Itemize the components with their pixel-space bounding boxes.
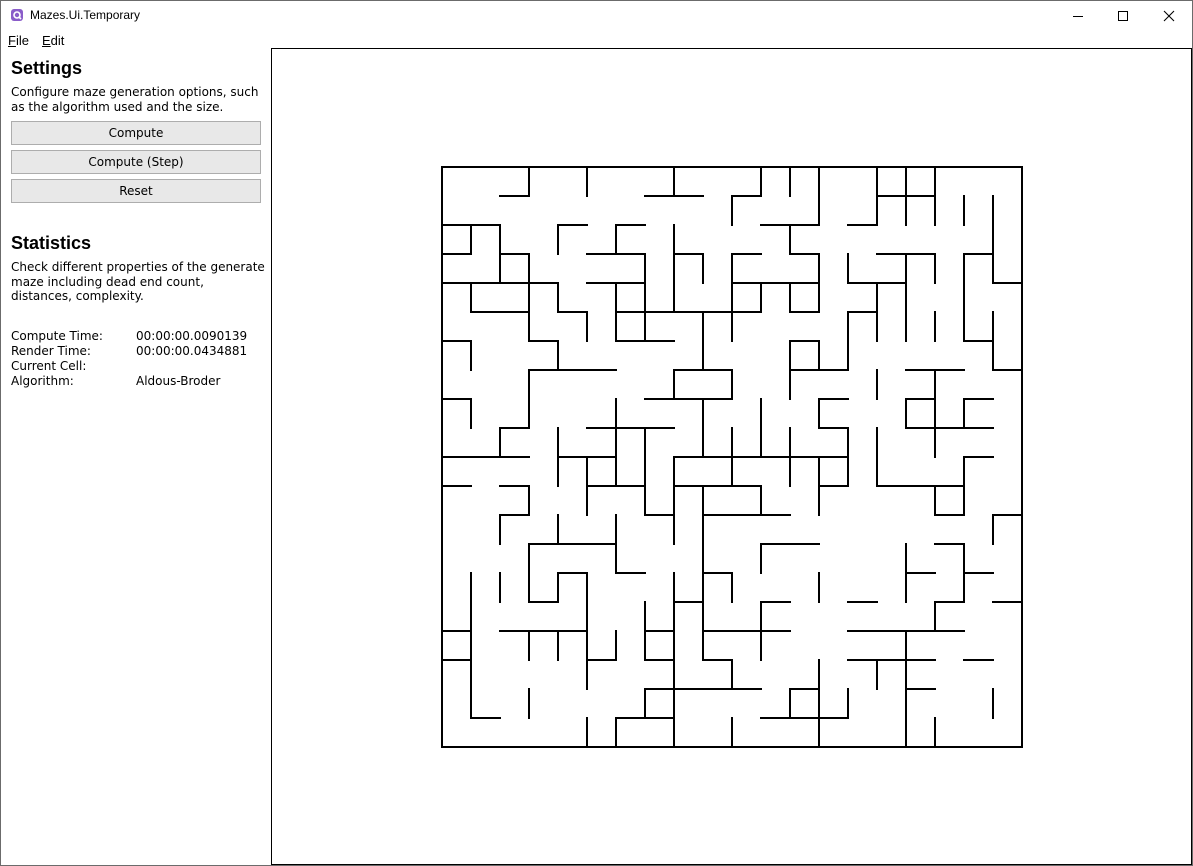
- stat-value-compute-time: 00:00:00.0090139: [136, 329, 248, 343]
- close-button[interactable]: [1146, 0, 1192, 31]
- compute-step-button[interactable]: Compute (Step): [11, 150, 261, 174]
- app-icon: [11, 9, 23, 21]
- close-icon: [1163, 10, 1175, 21]
- stat-label-current-cell: Current Cell:: [11, 359, 87, 373]
- minimize-button[interactable]: [1055, 0, 1101, 31]
- maximize-button[interactable]: [1100, 0, 1146, 31]
- menu-file[interactable]: File: [8, 33, 29, 48]
- statistics-heading: Statistics: [11, 233, 92, 253]
- settings-heading: Settings: [11, 58, 83, 78]
- compute-button[interactable]: Compute: [11, 121, 261, 145]
- stat-label-compute-time: Compute Time:: [11, 329, 103, 343]
- maze: [441, 166, 1023, 748]
- statistics-description: Check different properties of the genera…: [11, 260, 265, 303]
- stat-value-render-time: 00:00:00.0434881: [136, 344, 248, 358]
- settings-description: Configure maze generation options, such …: [11, 85, 259, 114]
- menu-edit[interactable]: Edit: [42, 33, 64, 48]
- menu-file-label: ile: [15, 33, 29, 48]
- maze-walls: [441, 166, 1023, 748]
- minimize-icon: [1073, 15, 1083, 17]
- reset-button[interactable]: Reset: [11, 179, 261, 203]
- menu-edit-mnemonic: E: [42, 33, 51, 48]
- menu-edit-label: dit: [50, 33, 65, 48]
- menu-bar: File Edit: [0, 31, 271, 49]
- sidebar: Settings Configure maze generation optio…: [0, 49, 271, 866]
- stat-label-render-time: Render Time:: [11, 344, 91, 358]
- menu-file-mnemonic: F: [8, 33, 16, 48]
- stat-value-algorithm: Aldous-Broder: [136, 374, 221, 388]
- maze-canvas[interactable]: [271, 48, 1192, 865]
- window-title: Mazes.Ui.Temporary: [30, 8, 141, 22]
- maximize-icon: [1118, 10, 1128, 21]
- stat-label-algorithm: Algorithm:: [11, 374, 74, 388]
- title-bar[interactable]: Mazes.Ui.Temporary: [0, 0, 1193, 31]
